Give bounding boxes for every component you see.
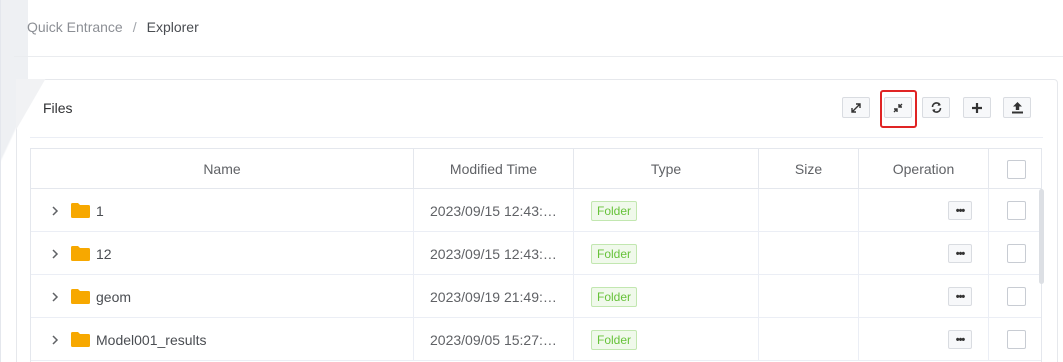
operation-cell: •••	[859, 189, 989, 232]
folder-icon	[71, 203, 90, 218]
chevron-right-icon[interactable]	[51, 291, 65, 303]
files-table: Name Modified Time Type Size Operation 1…	[30, 148, 1042, 362]
add-button[interactable]	[963, 97, 991, 118]
card-title: Files	[43, 100, 73, 116]
more-actions-button[interactable]: •••	[948, 244, 972, 263]
size-cell	[759, 189, 859, 232]
type-cell: Folder	[574, 318, 759, 361]
chevron-right-icon[interactable]	[51, 334, 65, 346]
sidebar-edge-line	[0, 0, 1, 362]
table-row[interactable]: geom 2023/09/19 21:49:… Folder •••	[31, 275, 1041, 318]
more-actions-button[interactable]: •••	[948, 330, 972, 349]
row-checkbox[interactable]	[1006, 287, 1026, 306]
column-header-type[interactable]: Type	[574, 149, 759, 189]
chevron-right-icon[interactable]	[51, 248, 65, 260]
expand-button[interactable]	[842, 97, 870, 118]
row-checkbox[interactable]	[1006, 201, 1026, 220]
type-cell: Folder	[574, 275, 759, 318]
explorer-page: Quick Entrance / Explorer Files Name Mod…	[0, 0, 1063, 362]
folder-icon	[71, 289, 90, 304]
size-cell	[759, 275, 859, 318]
select-cell	[989, 318, 1043, 361]
column-header-modified-time[interactable]: Modified Time	[414, 149, 574, 189]
card-corner-decoration	[16, 79, 46, 139]
card-divider	[30, 137, 1043, 138]
more-actions-button[interactable]: •••	[948, 201, 972, 220]
type-tag: Folder	[591, 329, 638, 350]
header-divider	[14, 56, 1063, 57]
upload-button[interactable]	[1003, 97, 1031, 118]
file-name[interactable]: geom	[96, 289, 131, 305]
table-header: Name Modified Time Type Size Operation	[31, 149, 1041, 189]
size-cell	[759, 318, 859, 361]
name-cell: 12	[31, 232, 414, 275]
type-tag: Folder	[591, 243, 638, 264]
file-name[interactable]: 1	[96, 203, 104, 219]
modified-time-cell: 2023/09/15 12:43:…	[414, 189, 574, 232]
size-cell	[759, 232, 859, 275]
table-row[interactable]: 12 2023/09/15 12:43:… Folder •••	[31, 232, 1041, 275]
column-header-name[interactable]: Name	[31, 149, 414, 189]
select-cell	[989, 232, 1043, 275]
plus-icon	[971, 102, 983, 114]
select-cell	[989, 189, 1043, 232]
row-checkbox[interactable]	[1006, 330, 1026, 349]
type-tag: Folder	[591, 200, 638, 221]
operation-cell: •••	[859, 318, 989, 361]
modified-time-cell: 2023/09/05 15:27:…	[414, 318, 574, 361]
table-scrollbar[interactable]	[1039, 189, 1044, 284]
table-row[interactable]: 1 2023/09/15 12:43:… Folder •••	[31, 189, 1041, 232]
folder-icon	[71, 332, 90, 347]
collapse-button-highlight	[880, 90, 917, 128]
refresh-button[interactable]	[922, 97, 950, 118]
column-header-operation: Operation	[859, 149, 989, 189]
table-row[interactable]: Model001_results 2023/09/05 15:27:… Fold…	[31, 318, 1041, 361]
refresh-icon	[930, 101, 943, 114]
file-name[interactable]: 12	[96, 246, 112, 262]
breadcrumb-quick-entrance[interactable]: Quick Entrance	[27, 19, 123, 35]
folder-icon	[71, 246, 90, 261]
select-all-checkbox[interactable]	[1006, 159, 1026, 179]
breadcrumb-separator: /	[132, 19, 137, 35]
breadcrumb: Quick Entrance / Explorer	[27, 19, 199, 35]
row-checkbox[interactable]	[1006, 244, 1026, 263]
name-cell: geom	[31, 275, 414, 318]
type-tag: Folder	[591, 286, 638, 307]
more-actions-button[interactable]: •••	[948, 287, 972, 306]
expand-icon	[850, 102, 862, 114]
operation-cell: •••	[859, 275, 989, 318]
breadcrumb-explorer: Explorer	[146, 19, 199, 35]
modified-time-cell: 2023/09/15 12:43:…	[414, 232, 574, 275]
operation-cell: •••	[859, 232, 989, 275]
name-cell: 1	[31, 189, 414, 232]
modified-time-cell: 2023/09/19 21:49:…	[414, 275, 574, 318]
select-cell	[989, 275, 1043, 318]
upload-icon	[1011, 101, 1024, 114]
chevron-right-icon[interactable]	[51, 205, 65, 217]
column-header-select-all	[989, 149, 1043, 189]
name-cell: Model001_results	[31, 318, 414, 361]
column-header-size[interactable]: Size	[759, 149, 859, 189]
type-cell: Folder	[574, 232, 759, 275]
file-name[interactable]: Model001_results	[96, 332, 207, 348]
type-cell: Folder	[574, 189, 759, 232]
